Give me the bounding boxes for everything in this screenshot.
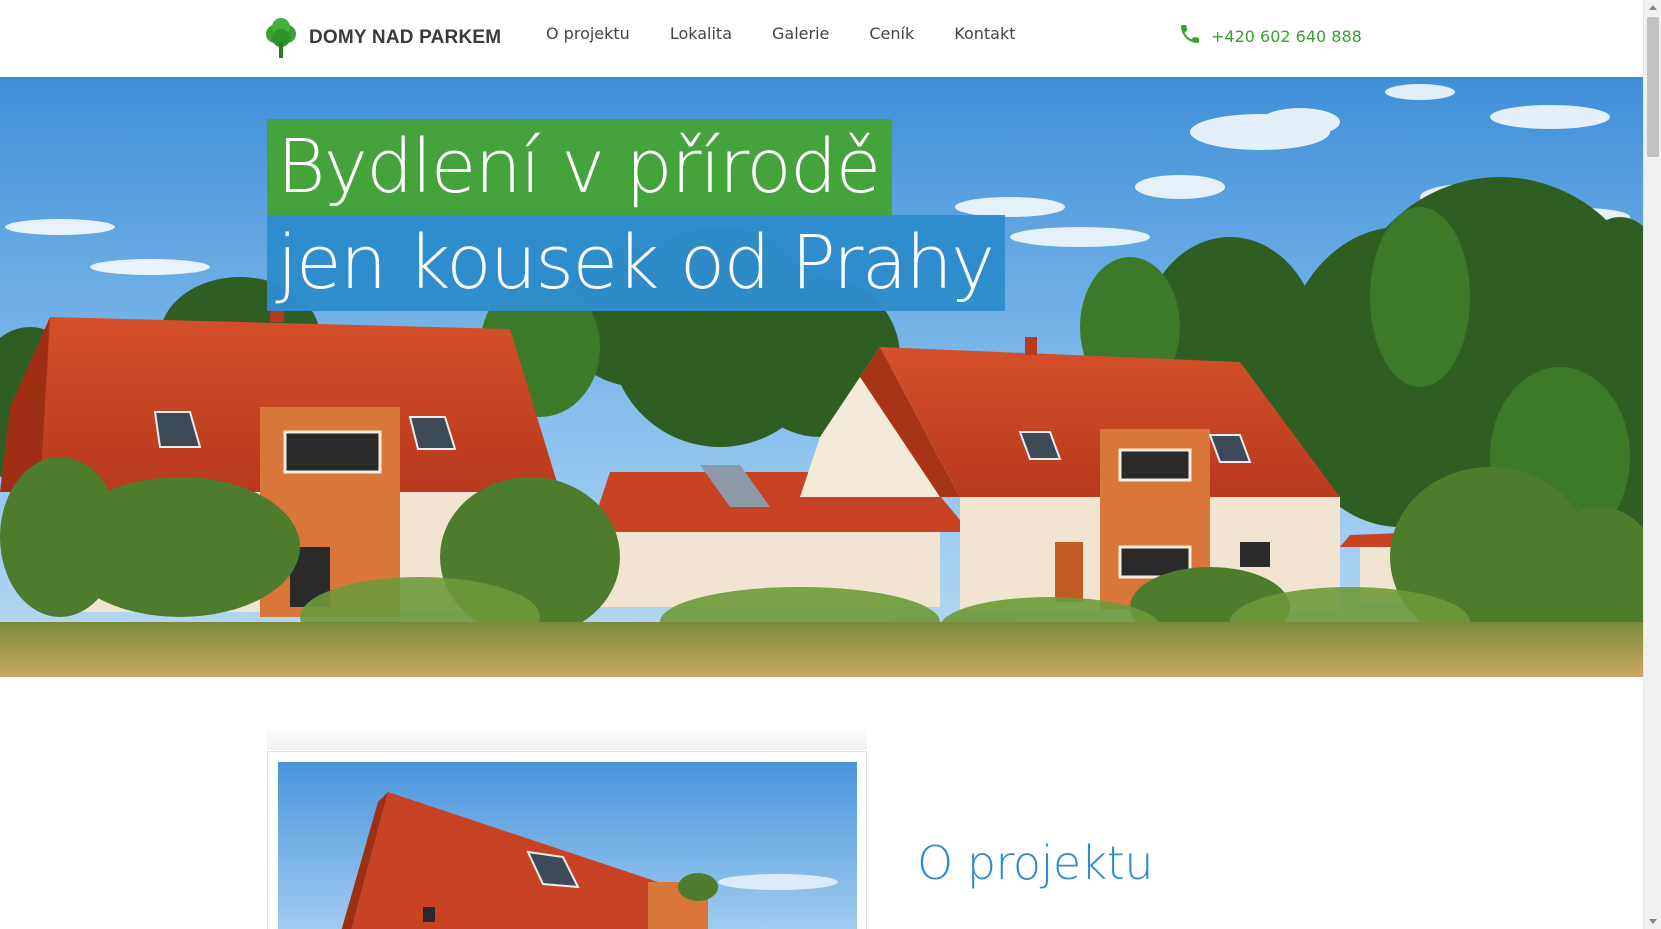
phone-link[interactable]: +420 602 640 888 — [1178, 22, 1362, 51]
nav-item-o-projektu[interactable]: O projektu — [546, 24, 630, 43]
tree-logo-icon — [266, 18, 296, 58]
logo-text: DOMY NAD PARKEM — [309, 27, 502, 48]
page-scrollbar[interactable] — [1643, 0, 1661, 929]
nav-item-cenik[interactable]: Ceník — [869, 24, 914, 43]
phone-number: +420 602 640 888 — [1211, 27, 1362, 46]
project-photo-card — [267, 751, 867, 929]
logo[interactable]: DOMY NAD PARKEM — [266, 18, 501, 58]
card-shadow — [267, 724, 867, 750]
scroll-up-icon[interactable] — [1649, 5, 1657, 10]
main-nav: O projektu Lokalita Galerie Ceník Kontak… — [546, 24, 1056, 43]
section-title-o-projektu: O projektu — [917, 836, 1153, 890]
scroll-down-icon[interactable] — [1649, 919, 1657, 924]
scrollbar-thumb[interactable] — [1647, 17, 1659, 157]
phone-icon — [1178, 22, 1202, 51]
hero-headline-line1: Bydlení v přírodě — [267, 119, 892, 215]
hero-banner: Bydlení v přírodě jen kousek od Prahy — [0, 77, 1643, 677]
hero-headline-line2: jen kousek od Prahy — [267, 215, 1006, 311]
project-photo — [278, 762, 857, 929]
nav-item-galerie[interactable]: Galerie — [772, 24, 829, 43]
site-header: DOMY NAD PARKEM O projektu Lokalita Gale… — [0, 0, 1643, 77]
nav-item-lokalita[interactable]: Lokalita — [670, 24, 732, 43]
nav-item-kontakt[interactable]: Kontakt — [954, 24, 1015, 43]
